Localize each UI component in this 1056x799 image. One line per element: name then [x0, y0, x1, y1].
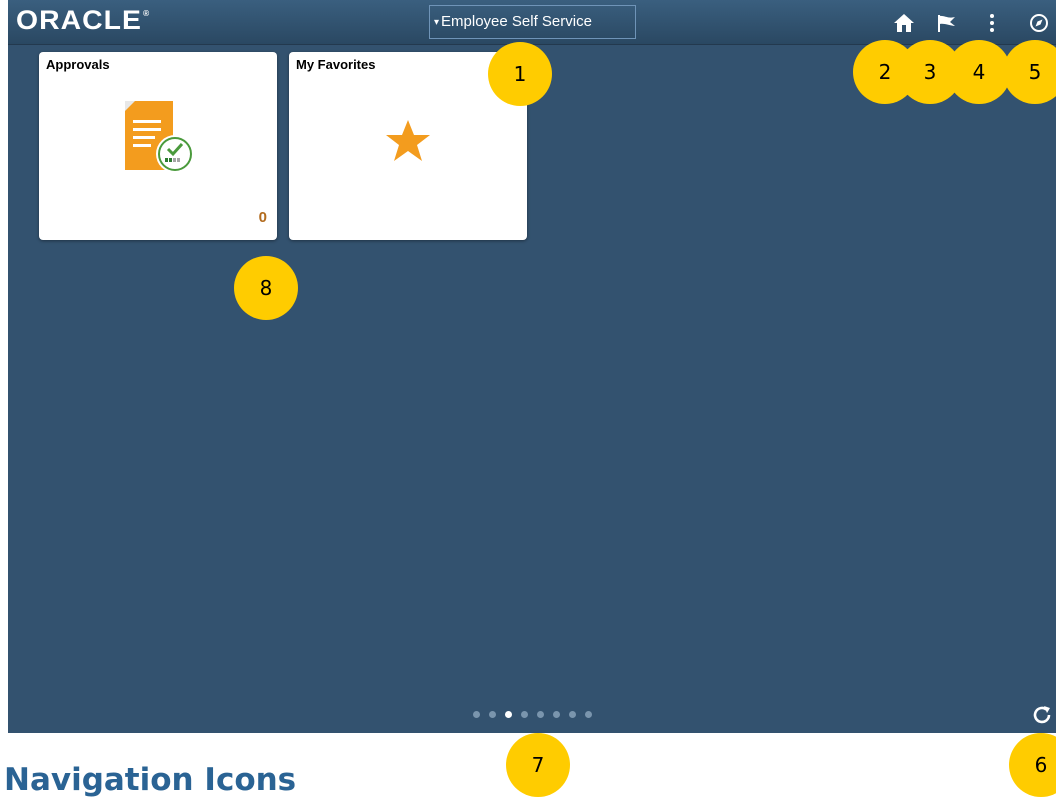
- page-indicator: [8, 706, 1056, 726]
- approvals-tile-title: Approvals: [46, 57, 110, 72]
- header-bar: ORACLE® ▾ Employee Self Service: [8, 0, 1056, 45]
- page-dot[interactable]: [537, 711, 544, 718]
- callout-6: 6: [1009, 733, 1056, 797]
- home-icon[interactable]: [891, 10, 917, 36]
- my-favorites-tile-title: My Favorites: [296, 57, 376, 72]
- logo-text: ORACLE: [16, 5, 142, 35]
- approvals-tile[interactable]: Approvals 0: [39, 52, 277, 240]
- homepage-selector[interactable]: ▾ Employee Self Service: [429, 5, 636, 39]
- page-dot[interactable]: [569, 711, 576, 718]
- homepage-selector-label: Employee Self Service: [441, 13, 592, 30]
- callout-7: 7: [506, 733, 570, 797]
- homepage-selector-caret: ▾: [434, 17, 440, 28]
- actions-menu-icon[interactable]: [979, 10, 1005, 36]
- navbar-compass-icon[interactable]: [1026, 10, 1052, 36]
- approvals-document-icon: [121, 98, 201, 178]
- page-dot[interactable]: [473, 711, 480, 718]
- page-dot-active[interactable]: [505, 711, 512, 718]
- callout-1: 1: [488, 42, 552, 106]
- flag-icon[interactable]: [934, 10, 960, 36]
- callout-4: 4: [947, 40, 1011, 104]
- section-heading: Navigation Icons: [4, 762, 297, 798]
- page-dot[interactable]: [521, 711, 528, 718]
- star-icon: [385, 119, 431, 163]
- page-dot[interactable]: [489, 711, 496, 718]
- logo-registered-mark: ®: [143, 9, 151, 18]
- approvals-count: 0: [258, 209, 267, 226]
- oracle-logo: ORACLE®: [16, 5, 150, 36]
- callout-8: 8: [234, 256, 298, 320]
- homepage-screen: ORACLE® ▾ Employee Self Service Approval…: [8, 0, 1056, 733]
- page-dot[interactable]: [553, 711, 560, 718]
- page-dot[interactable]: [585, 711, 592, 718]
- refresh-icon[interactable]: [1030, 703, 1056, 729]
